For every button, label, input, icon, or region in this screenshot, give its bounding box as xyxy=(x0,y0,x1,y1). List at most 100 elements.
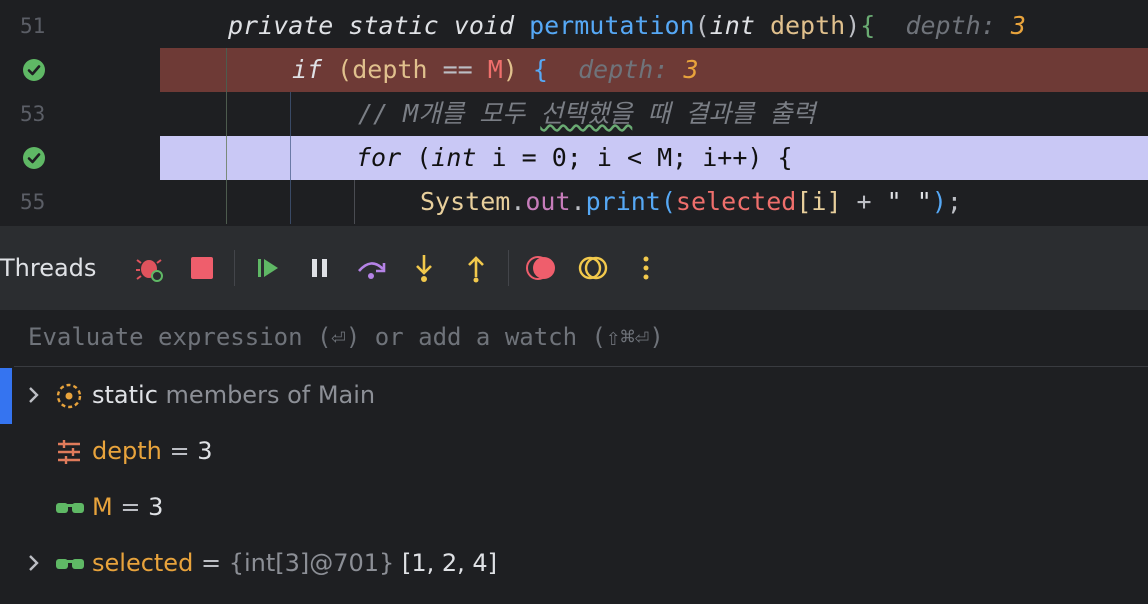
equals: = xyxy=(112,493,149,521)
method-name: permutation xyxy=(529,11,695,40)
variable-row-M[interactable]: M = 3 xyxy=(14,480,1148,536)
variable-name: M xyxy=(92,493,113,521)
static-members-icon xyxy=(54,382,84,410)
resume-icon[interactable] xyxy=(250,250,286,286)
paren: ) xyxy=(502,55,518,84)
debug-icon[interactable] xyxy=(132,250,168,286)
variable-type: {int[3]@701} xyxy=(228,549,395,577)
view-breakpoints-icon[interactable] xyxy=(524,250,560,286)
toolbar-separator xyxy=(234,250,235,286)
toolbar-separator xyxy=(508,250,509,286)
paren: ) xyxy=(845,11,861,40)
dot: . xyxy=(570,187,586,216)
keyword-if: if xyxy=(292,55,323,84)
gutter-line-54[interactable] xyxy=(0,136,160,180)
equals: = xyxy=(193,549,229,577)
number-literal: 0 xyxy=(551,143,567,172)
code-line-54-execution[interactable]: for (int i = 0; i < M; i++) { xyxy=(160,136,1148,180)
loop-incr: ; i++ xyxy=(672,143,748,172)
variable-row-depth[interactable]: depth = 3 xyxy=(14,424,1148,480)
gutter-line-55[interactable]: 55 xyxy=(0,180,160,224)
field-M: M xyxy=(487,55,503,84)
paren: ) xyxy=(747,143,763,172)
variable-desc: members of Main xyxy=(165,381,376,409)
variable-name: static xyxy=(92,381,158,409)
inline-value-hint: depth: xyxy=(905,11,996,40)
variables-panel: Evaluate expression (⏎) or add a watch (… xyxy=(0,310,1148,604)
indent-guide xyxy=(226,136,227,180)
indent-guide xyxy=(290,92,291,136)
dot: . xyxy=(510,187,526,216)
keyword-int: int xyxy=(709,11,755,40)
keyword-void: void xyxy=(453,11,515,40)
field-M: M xyxy=(657,143,673,172)
class-system: System xyxy=(420,187,511,216)
param-name: depth xyxy=(769,11,846,40)
brace: { xyxy=(777,143,793,172)
paren: ( xyxy=(337,55,353,84)
paren: ( xyxy=(416,143,432,172)
line-number: 51 xyxy=(20,14,46,38)
stop-icon[interactable] xyxy=(184,250,220,286)
index-expr: [i] xyxy=(796,187,842,216)
code-line-51[interactable]: private static void permutation(int dept… xyxy=(160,4,1148,48)
variable-name: depth xyxy=(92,437,162,465)
debug-toolbar: Threads xyxy=(0,226,1148,310)
gutter-line-52[interactable] xyxy=(0,48,160,92)
inline-value-hint: depth: xyxy=(578,55,669,84)
code-line-53[interactable]: // M개를 모두 선택했을 때 결과를 출력 xyxy=(160,92,1148,136)
var-selected: selected xyxy=(675,187,797,216)
indent-guide xyxy=(226,92,227,136)
keyword-int: int xyxy=(431,143,477,172)
step-over-icon[interactable] xyxy=(354,250,390,286)
string-literal: " " xyxy=(886,187,932,216)
equals: = xyxy=(161,437,198,465)
var-depth: depth xyxy=(352,55,428,84)
evaluate-placeholder: Evaluate expression (⏎) or add a watch (… xyxy=(28,323,664,351)
keyword-static: static xyxy=(348,11,439,40)
gutter-line-53[interactable]: 53 xyxy=(0,92,160,136)
field-watch-icon xyxy=(54,550,84,578)
brace: { xyxy=(860,11,876,40)
parameter-icon xyxy=(54,438,84,466)
field-out: out xyxy=(525,187,571,216)
keyword-for: for xyxy=(356,143,402,172)
step-into-icon[interactable] xyxy=(406,250,442,286)
code-line-55[interactable]: System.out.print(selected[i] + " "); xyxy=(160,180,1148,224)
field-watch-icon xyxy=(54,494,84,522)
variable-name: selected xyxy=(92,549,194,577)
more-icon[interactable] xyxy=(628,250,664,286)
selection-indicator xyxy=(0,368,12,424)
paren: ( xyxy=(694,11,710,40)
line-number: 53 xyxy=(20,102,46,126)
mute-breakpoints-icon[interactable] xyxy=(576,250,612,286)
indent-guide xyxy=(354,180,355,224)
loop-cond: ; i < xyxy=(566,143,658,172)
chevron-right-icon[interactable] xyxy=(26,552,42,580)
method-print: print xyxy=(585,187,661,216)
evaluate-expression-field[interactable]: Evaluate expression (⏎) or add a watch (… xyxy=(14,310,1148,367)
chevron-right-icon[interactable] xyxy=(26,384,42,412)
indent-guide xyxy=(226,48,227,92)
pause-icon[interactable] xyxy=(302,250,338,286)
code-line-52-breakpoint[interactable]: if (depth == M) { depth: 3 xyxy=(160,48,1148,92)
paren: ( xyxy=(660,187,676,216)
gutter-line-51[interactable]: 51 xyxy=(0,4,160,48)
loop-init: i = xyxy=(476,143,552,172)
comment: // M개를 모두 xyxy=(358,99,541,128)
variable-row-static[interactable]: static members of Main xyxy=(14,368,1148,424)
breakpoint-verified-icon[interactable] xyxy=(23,59,45,81)
editor-gutter[interactable]: 51 53 55 xyxy=(0,0,160,226)
line-number: 55 xyxy=(20,190,46,214)
code-editor[interactable]: 51 53 55 private static void permutation… xyxy=(0,0,1148,226)
variable-row-selected[interactable]: selected = {int[3]@701} [1, 2, 4] xyxy=(14,536,1148,592)
threads-tab-title[interactable]: Threads xyxy=(0,254,96,282)
variable-value: [1, 2, 4] xyxy=(401,549,498,577)
comment: 때 결과를 출력 xyxy=(632,99,816,128)
variable-value: 3 xyxy=(148,493,164,521)
step-out-icon[interactable] xyxy=(458,250,494,286)
inline-value: 3 xyxy=(1010,11,1026,40)
indent-guide xyxy=(290,136,291,180)
breakpoint-verified-icon[interactable] xyxy=(23,147,45,169)
operator: == xyxy=(442,55,473,84)
